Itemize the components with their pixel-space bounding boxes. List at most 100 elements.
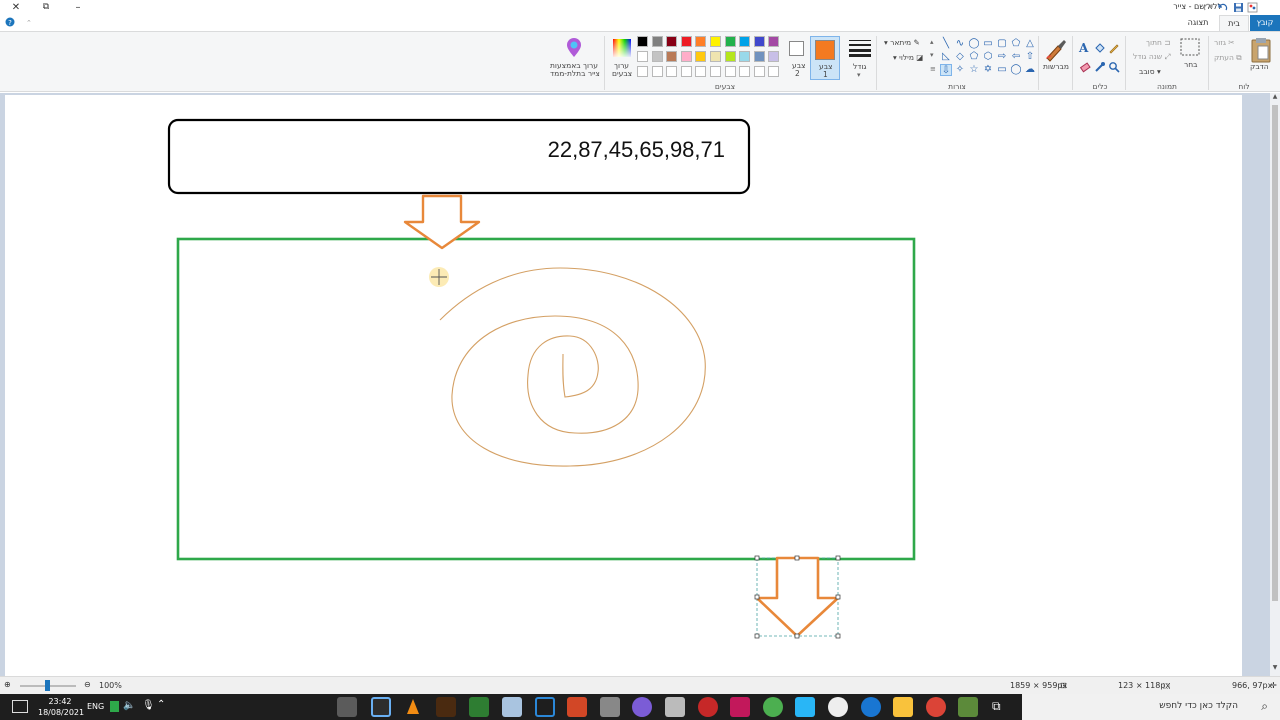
palette-swatch[interactable]	[739, 36, 751, 47]
zoom-slider-thumb[interactable]	[45, 680, 50, 691]
shape-left-arrow-icon[interactable]: ⇦	[1010, 51, 1022, 63]
edit-colors-label-line2[interactable]: צבעים	[612, 69, 632, 78]
palette-swatch[interactable]	[680, 51, 692, 62]
paste-label[interactable]: הדבק	[1250, 62, 1269, 71]
speaker-icon[interactable]: 🔈	[123, 700, 135, 711]
taskbar-app-icon[interactable]	[795, 697, 815, 717]
redo-icon[interactable]	[1203, 2, 1214, 13]
vertical-scrollbar[interactable]: ▲ ▼	[1270, 93, 1280, 676]
shape-rounded-rect-icon[interactable]: ▢	[996, 38, 1008, 50]
shape-callout-rect-icon[interactable]: ▭	[996, 64, 1008, 76]
undo-icon[interactable]	[1217, 2, 1228, 13]
shape-right-triangle-icon[interactable]: ◺	[940, 51, 952, 63]
palette-swatch[interactable]	[651, 36, 663, 47]
save-icon[interactable]	[1233, 2, 1244, 13]
line-size-icon[interactable]	[848, 39, 872, 57]
taskbar-edge-icon[interactable]	[861, 697, 881, 717]
brushes-label[interactable]: מברשות	[1043, 62, 1069, 71]
size-label[interactable]: גודל	[853, 62, 867, 71]
taskbar-app-icon[interactable]	[502, 697, 522, 717]
text-tool-icon[interactable]: A	[1079, 41, 1088, 55]
zoom-out-icon[interactable]: ⊖	[84, 680, 91, 689]
task-view-icon[interactable]: ⧉	[992, 699, 1001, 714]
microphone-icon[interactable]: 🎙	[142, 700, 155, 711]
select-label[interactable]: בחר	[1184, 60, 1197, 69]
palette-swatch[interactable]	[739, 66, 751, 77]
edit-colors-icon[interactable]	[612, 38, 632, 58]
shape-star6-icon[interactable]: ✡	[982, 64, 994, 76]
crop-button[interactable]: ⊏ חתוך	[1146, 38, 1171, 47]
shapes-scroll-up-icon[interactable]: ▴	[930, 38, 934, 46]
shape-curve-icon[interactable]: ∿	[954, 38, 966, 50]
shape-star5-icon[interactable]: ☆	[968, 64, 980, 76]
palette-swatch[interactable]	[680, 36, 692, 47]
taskbar-app-icon[interactable]	[730, 697, 750, 717]
taskbar-powerpoint-icon[interactable]	[567, 697, 587, 717]
palette-swatch[interactable]	[695, 51, 707, 62]
paint3d-icon[interactable]	[565, 38, 583, 58]
shape-hexagon-icon[interactable]: ⬡	[982, 51, 994, 63]
color1-button[interactable]: צבע 1	[810, 36, 840, 80]
shape-callout-cloud-icon[interactable]: ☁	[1024, 64, 1036, 76]
palette-swatch[interactable]	[753, 51, 765, 62]
palette-swatch[interactable]	[651, 66, 663, 77]
taskbar-chrome-icon[interactable]	[926, 697, 946, 717]
shape-callout-oval-icon[interactable]: ◯	[1010, 64, 1022, 76]
pencil-icon[interactable]	[1108, 42, 1120, 54]
palette-swatch[interactable]	[666, 66, 678, 77]
taskbar-app-icon[interactable]	[763, 697, 783, 717]
palette-swatch[interactable]	[637, 36, 648, 47]
taskbar-app-icon[interactable]	[828, 697, 848, 717]
minimize-icon[interactable]: –	[70, 0, 86, 15]
palette-swatch[interactable]	[710, 36, 721, 47]
canvas-text-box[interactable]: 22,87,45,65,98,71	[445, 137, 725, 163]
ribbon-collapse-icon[interactable]: ⌃	[20, 15, 38, 31]
fill-button[interactable]: ◪ מילוי ▾	[893, 53, 923, 62]
shape-down-arrow-icon[interactable]: ⇩	[940, 64, 952, 76]
canvas-drawing[interactable]	[5, 95, 1242, 676]
shape-line-icon[interactable]: ╲	[940, 38, 952, 50]
brushes-icon[interactable]	[1044, 38, 1068, 62]
palette-swatch[interactable]	[739, 51, 751, 62]
fill-bucket-icon[interactable]	[1094, 42, 1106, 54]
magnifier-icon[interactable]	[1108, 61, 1120, 73]
color2-button[interactable]: צבע 2	[786, 38, 808, 78]
shape-triangle-icon[interactable]: △	[1024, 38, 1036, 50]
shapes-gallery[interactable]: ╲ ∿ ◯ ▭ ▢ ⬠ △ ◺ ◇ ⬠ ⬡ ⇨ ⇦ ⇧ ⇩ ✧ ☆ ✡ ▭ ◯ …	[940, 38, 1035, 78]
copy-button[interactable]: ⧉ העתק	[1214, 53, 1242, 63]
shape-star4-icon[interactable]: ✧	[954, 64, 966, 76]
taskbar-app-icon[interactable]	[632, 697, 652, 717]
green-rectangle-shape[interactable]	[176, 237, 916, 561]
shape-pentagon-icon[interactable]: ⬠	[968, 51, 980, 63]
tab-view[interactable]: תצוגה	[1178, 15, 1218, 31]
search-box[interactable]: הקלד כאן כדי לחפש ⌕	[1022, 694, 1280, 720]
shape-diamond-icon[interactable]: ◇	[954, 51, 966, 63]
palette-swatch[interactable]	[666, 36, 678, 47]
down-arrow-shape-bottom[interactable]	[755, 556, 840, 638]
palette-swatch[interactable]	[768, 36, 780, 47]
shape-polygon-icon[interactable]: ⬠	[1010, 38, 1022, 50]
palette-swatch[interactable]	[724, 36, 736, 47]
palette-swatch[interactable]	[753, 66, 765, 77]
palette-swatch[interactable]	[768, 51, 780, 62]
cut-button[interactable]: ✂ גזור	[1214, 38, 1235, 47]
select-icon[interactable]	[1180, 38, 1200, 56]
color-picker-icon[interactable]	[1094, 61, 1106, 73]
tray-app-icon[interactable]	[110, 701, 119, 712]
rotate-button[interactable]: ▾ סובב	[1139, 67, 1161, 76]
paint-app-icon[interactable]	[1247, 2, 1258, 13]
palette-swatch[interactable]	[695, 66, 707, 77]
restore-icon[interactable]: ⧉	[38, 0, 54, 15]
spiral-stroke[interactable]	[439, 267, 706, 467]
shape-right-arrow-icon[interactable]: ⇨	[996, 51, 1008, 63]
close-icon[interactable]: ✕	[8, 0, 24, 15]
shapes-scroll-down-icon[interactable]: ▾	[930, 51, 934, 59]
palette-swatch[interactable]	[768, 66, 780, 77]
scroll-down-icon[interactable]: ▼	[1271, 664, 1279, 674]
palette-swatch[interactable]	[710, 66, 721, 77]
palette-swatch[interactable]	[724, 66, 736, 77]
taskbar-paint-icon[interactable]	[337, 697, 357, 717]
outline-button[interactable]: ✎ מיתאר ▾	[884, 38, 920, 47]
zoom-in-icon[interactable]: ⊕	[4, 680, 11, 689]
shape-rectangle-icon[interactable]: ▭	[982, 38, 994, 50]
